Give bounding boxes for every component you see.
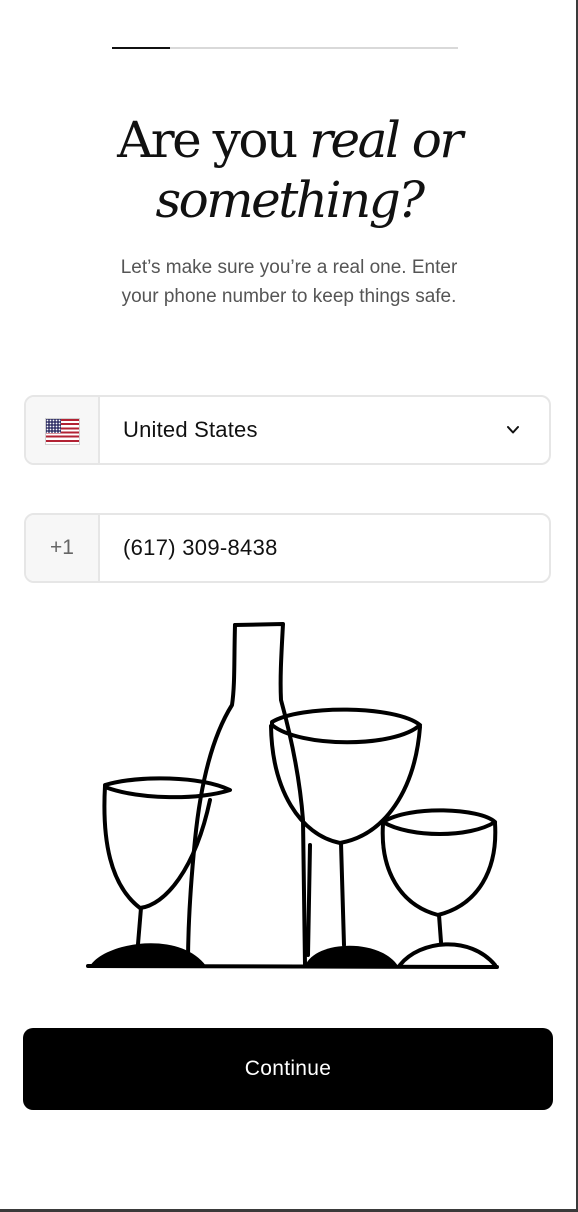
title-plain-text: Are you (117, 111, 310, 169)
dial-code-container: +1 (26, 515, 100, 581)
phone-number-input[interactable] (100, 515, 540, 581)
page-title-line-1: Are you real or (0, 110, 578, 170)
page-title-line-2: something? (0, 170, 578, 230)
chevron-down-icon (507, 426, 519, 434)
wine-bottle-and-glasses-illustration (86, 622, 499, 969)
country-select-value: United States (123, 417, 258, 442)
flag-container (26, 397, 100, 463)
dial-code: +1 (50, 536, 74, 559)
country-select[interactable]: United States (24, 395, 551, 465)
title-italic-text-2: something? (155, 171, 425, 229)
progress-bar-fill (112, 47, 170, 49)
phone-field: +1 (24, 513, 551, 583)
progress-bar (112, 47, 458, 49)
continue-button[interactable]: Continue (23, 1028, 553, 1110)
us-flag-icon (45, 418, 80, 445)
title-italic-text: real or (309, 111, 463, 169)
page-subtitle: Let’s make sure you’re a real one. Enter… (120, 257, 458, 307)
